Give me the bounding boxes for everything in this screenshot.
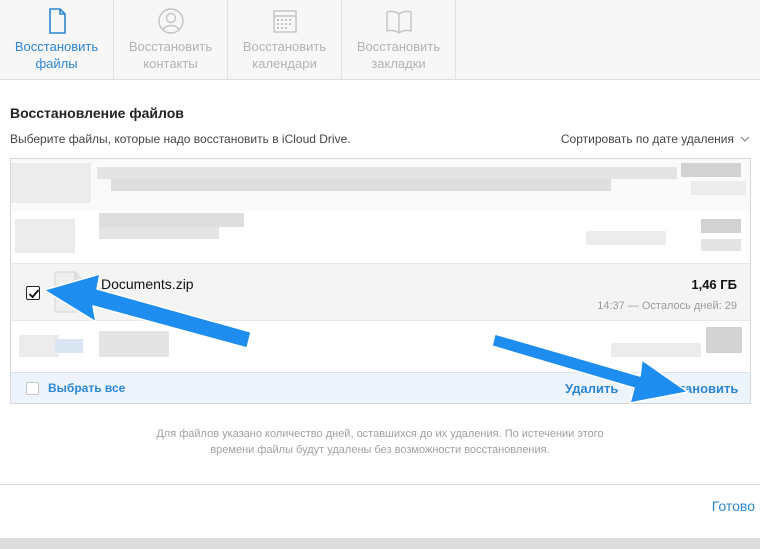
list-item[interactable]	[11, 211, 750, 263]
blurred-text	[99, 331, 169, 357]
file-size: 1,46 ГБ	[691, 277, 737, 292]
list-item-selected[interactable]: Documents.zip Desktop 1,46 ГБ 14:37 — Ос…	[11, 263, 750, 321]
blurred-text	[701, 219, 741, 233]
list-action-bar: Выбрать все Удалить Восстановить	[11, 372, 750, 403]
blurred-text	[99, 213, 244, 227]
blurred-text	[611, 343, 701, 357]
retention-notice: Для файлов указано количество дней, оста…	[156, 428, 604, 456]
file-name: Documents.zip	[101, 276, 194, 292]
page-title: Восстановление файлов	[10, 105, 184, 121]
chevron-down-icon	[740, 136, 750, 142]
select-all-label: Выбрать все	[48, 381, 126, 395]
delete-button[interactable]: Удалить	[565, 381, 618, 396]
book-icon	[385, 10, 412, 34]
tab-restore-files[interactable]: Восстановить файлы	[0, 0, 114, 80]
checkmark-icon	[28, 289, 40, 299]
divider	[0, 484, 760, 485]
tab-label: Восстановить файлы	[14, 39, 99, 71]
calendar-icon	[272, 10, 297, 33]
contact-icon	[157, 8, 184, 34]
tab-label: Восстановить календари	[242, 39, 327, 71]
tab-label: Восстановить контакты	[128, 39, 213, 71]
blurred-thumbnail	[19, 335, 59, 357]
blurred-text	[691, 181, 746, 195]
blurred-text	[111, 179, 611, 191]
list-item[interactable]	[11, 159, 750, 211]
blurred-text	[586, 231, 666, 245]
blurred-text	[99, 227, 219, 239]
page-description: Выберите файлы, которые надо восстановит…	[10, 132, 351, 146]
divider	[632, 378, 633, 399]
restore-button[interactable]: Восстановить	[647, 381, 738, 396]
sort-dropdown[interactable]: Сортировать по дате удаления	[561, 132, 750, 146]
tab-label: Восстановить закладки	[356, 39, 441, 71]
checkbox[interactable]	[26, 381, 39, 395]
file-folder: Desktop	[101, 299, 142, 311]
tab-restore-bookmarks[interactable]: Восстановить закладки	[342, 0, 456, 80]
done-button[interactable]: Готово	[712, 498, 755, 514]
blurred-thumbnail	[55, 339, 83, 353]
list-item[interactable]	[11, 323, 750, 371]
tab-restore-calendars[interactable]: Восстановить календари	[228, 0, 342, 80]
file-checkbox[interactable]	[26, 286, 40, 300]
file-list: Documents.zip Desktop 1,46 ГБ 14:37 — Ос…	[10, 158, 751, 404]
blurred-text	[97, 167, 677, 179]
bottom-strip	[0, 538, 760, 549]
blurred-thumbnail	[11, 163, 91, 203]
select-all-checkbox[interactable]: Выбрать все	[26, 381, 125, 395]
blurred-thumbnail	[15, 219, 75, 253]
blurred-text	[681, 163, 741, 177]
zip-file-icon	[54, 271, 84, 313]
file-deleted-meta: 14:37 — Осталось дней: 29	[597, 300, 737, 312]
blurred-text	[701, 239, 741, 251]
blurred-text	[706, 327, 742, 353]
sort-label: Сортировать по дате удаления	[560, 132, 734, 146]
restore-tabbar: Восстановить файлы Восстановить контакты В…	[0, 0, 760, 80]
document-icon	[48, 8, 66, 34]
tab-restore-contacts[interactable]: Восстановить контакты	[114, 0, 228, 80]
